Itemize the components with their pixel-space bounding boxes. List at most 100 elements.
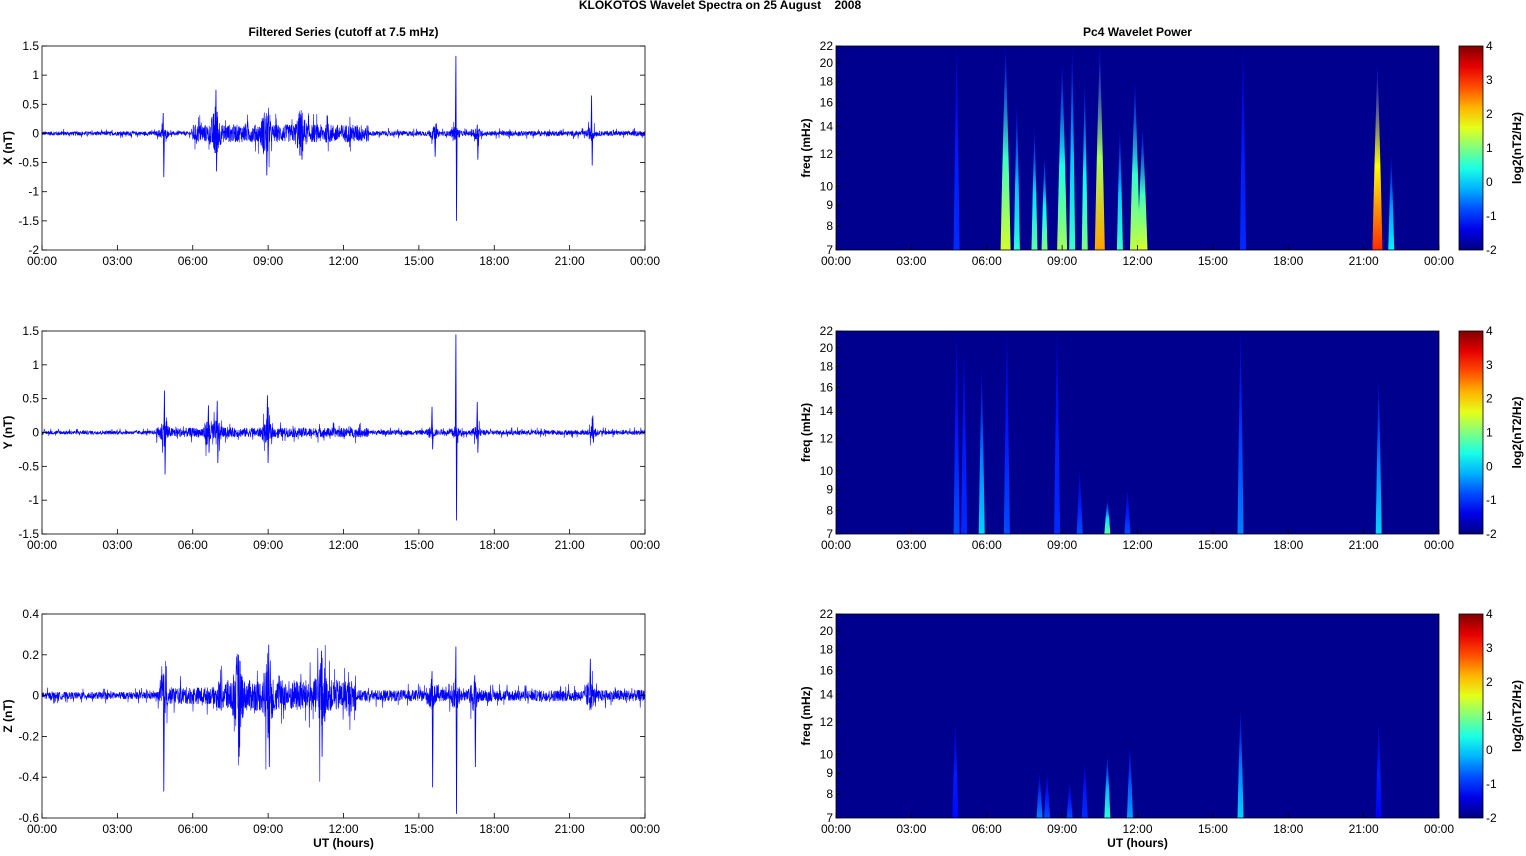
y-series-chart: 1.510.50-0.5-1-1.5Y (nT)00:00 03:00 06:00 0… — [1, 324, 660, 552]
x-tick-label: 03:00 — [102, 822, 132, 836]
colorbar-tick-label: -2 — [1486, 527, 1497, 541]
x-wavelet-title: Pc4 Wavelet Power — [1083, 25, 1192, 39]
y-tick-label: 10 — [820, 747, 834, 761]
x-tick-label: 03:00 — [102, 254, 132, 268]
y-tick-label: 14 — [820, 688, 834, 702]
y-tick-label: 20 — [820, 624, 834, 638]
y-tick-label: -1 — [28, 185, 39, 199]
x-tick-label: 09:00 — [1047, 538, 1077, 552]
colorbar-tick-label: 2 — [1486, 675, 1493, 689]
z-wavelet-ylabel: freq (mHz) — [799, 686, 813, 745]
y-tick-label: 0.2 — [22, 648, 39, 662]
y-tick-label: -0.4 — [18, 770, 39, 784]
y-wavelet-ylabel: freq (mHz) — [799, 403, 813, 462]
x-tick-label: 00:00 — [27, 538, 57, 552]
x-tick-label: 15:00 — [1198, 822, 1228, 836]
z-wavelet-chart: 22201816141210987freq (mHz)43210-1-2log2… — [799, 607, 1524, 850]
y-tick-label: 12 — [820, 147, 834, 161]
y-wavelet-chart: 22201816141210987freq (mHz)43210-1-2log2… — [799, 324, 1524, 552]
y-tick-label: 20 — [820, 56, 834, 70]
x-tick-label: 06:00 — [178, 254, 208, 268]
x-tick-label: 18:00 — [479, 538, 509, 552]
z-wavelet-colorbar-label: log2(nT2/Hz) — [1510, 680, 1524, 752]
x-tick-label: 00:00 — [1424, 538, 1454, 552]
z-wavelet-colorbar — [1458, 613, 1484, 819]
y-wavelet-colorbar — [1458, 330, 1484, 535]
y-tick-label: 18 — [820, 643, 834, 657]
colorbar-tick-label: -2 — [1486, 243, 1497, 257]
z-series-chart: 0.40.20-0.2-0.4-0.6Z (nT)00:00 03:00 06:00… — [1, 607, 660, 850]
x-series-chart: Filtered Series (cutoff at 7.5 mHz) 1.5 1 0… — [1, 25, 660, 268]
x-tick-label: 15:00 — [404, 822, 434, 836]
y-tick-label: 12 — [820, 715, 834, 729]
x-tick-label: 09:00 — [1047, 822, 1077, 836]
y-tick-label: -0.5 — [18, 459, 39, 473]
x-wavelet-colorbar-label: log2(nT2/Hz) — [1510, 112, 1524, 184]
x-tick-label: 12:00 — [328, 254, 358, 268]
colorbar-tick-label: 2 — [1486, 107, 1493, 121]
y-tick-label: 20 — [820, 341, 834, 355]
y-tick-label: 1 — [32, 358, 39, 372]
x-tick-label: 18:00 — [1273, 538, 1303, 552]
y-tick-label: 22 — [820, 607, 834, 621]
x-tick-label: 12:00 — [1122, 254, 1152, 268]
y-tick-label: 16 — [820, 664, 834, 678]
x-tick-label: 09:00 — [1047, 254, 1077, 268]
y-tick-label: 10 — [820, 179, 834, 193]
colorbar-tick-label: 3 — [1486, 73, 1493, 87]
x-tick-label: 21:00 — [555, 538, 585, 552]
z-wavelet-xlabel: UT (hours) — [1107, 836, 1168, 850]
y-tick-label: 16 — [820, 380, 834, 394]
x-tick-label: 00:00 — [630, 254, 660, 268]
z-series-xlabel: UT (hours) — [313, 836, 374, 850]
y-tick-label: 8 — [826, 219, 833, 233]
y-tick-label: -0.5 — [18, 156, 39, 170]
colorbar-tick-label: 0 — [1486, 459, 1493, 473]
colorbar-tick-label: 1 — [1486, 426, 1493, 440]
y-tick-label: 22 — [820, 324, 834, 338]
x-tick-label: 12:00 — [328, 822, 358, 836]
x-tick-label: 03:00 — [896, 254, 926, 268]
y-tick-label: 9 — [826, 198, 833, 212]
x-tick-label: 06:00 — [972, 822, 1002, 836]
colorbar-tick-label: 3 — [1486, 641, 1493, 655]
colorbar-tick-label: 4 — [1486, 324, 1493, 338]
y-tick-label: 0.5 — [22, 392, 39, 406]
y-tick-label: -1.5 — [18, 214, 39, 228]
x-tick-label: 15:00 — [404, 254, 434, 268]
x-tick-label: 18:00 — [1273, 254, 1303, 268]
x-tick-label: 15:00 — [404, 538, 434, 552]
x-tick-label: 06:00 — [972, 538, 1002, 552]
y-tick-label: 1.5 — [22, 39, 39, 53]
y-tick-label: 18 — [820, 360, 834, 374]
y-tick-label: 9 — [826, 482, 833, 496]
colorbar-tick-label: -2 — [1486, 811, 1497, 825]
y-wavelet-colorbar-label: log2(nT2/Hz) — [1510, 397, 1524, 469]
y-tick-label: 14 — [820, 404, 834, 418]
y-tick-label: 1 — [32, 68, 39, 82]
x-tick-label: 06:00 — [972, 254, 1002, 268]
x-tick-label: 18:00 — [479, 254, 509, 268]
x-tick-label: 15:00 — [1198, 538, 1228, 552]
colorbar-tick-label: -1 — [1486, 209, 1497, 223]
y-tick-label: 8 — [826, 787, 833, 801]
figure: KLOKOTOS Wavelet Spectra on 25 August 20… — [1, 0, 1524, 850]
x-tick-label: 21:00 — [1349, 254, 1379, 268]
x-tick-label: 21:00 — [555, 254, 585, 268]
x-tick-label: 12:00 — [1122, 822, 1152, 836]
x-tick-label: 18:00 — [479, 822, 509, 836]
x-tick-label: 00:00 — [821, 254, 851, 268]
colorbar-tick-label: -1 — [1486, 493, 1497, 507]
x-wavelet-chart: Pc4 Wavelet Power22201816141210987freq (… — [799, 25, 1524, 268]
y-tick-label: 0 — [32, 689, 39, 703]
x-tick-label: 03:00 — [896, 822, 926, 836]
z-series-plot-area — [42, 614, 645, 818]
y-tick-label: 12 — [820, 431, 834, 445]
y-series-ylabel: Y (nT) — [1, 416, 15, 450]
colorbar-tick-label: 1 — [1486, 709, 1493, 723]
x-series-ylabel: X (nT) — [1, 131, 15, 165]
x-tick-label: 09:00 — [253, 254, 283, 268]
x-tick-label: 21:00 — [1349, 822, 1379, 836]
colorbar-tick-label: 0 — [1486, 175, 1493, 189]
z-wavelet-plot-area — [836, 614, 1439, 818]
